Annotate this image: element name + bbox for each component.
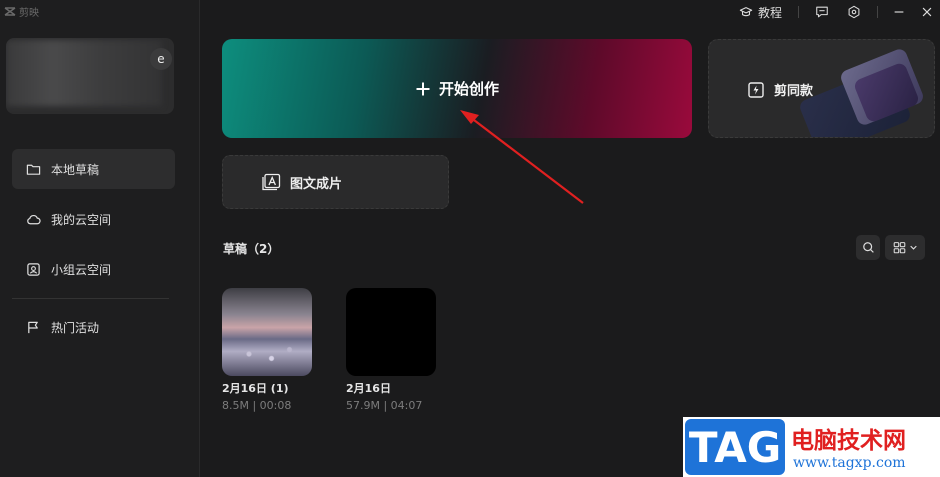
watermark: TAG 电脑技术网 www.tagxp.com [683,417,940,477]
feedback-button[interactable] [815,5,829,19]
close-button[interactable] [920,5,934,19]
team-cloud-icon [27,262,40,276]
watermark-site-name: 电脑技术网 [791,428,906,454]
text-to-video-button[interactable]: 图文成片 [222,155,449,209]
draft-item[interactable]: 2月16日 57.9M | 04:07 [346,288,436,412]
sidebar-item-team-cloud[interactable]: 小组云空间 [12,249,175,289]
template-label: 剪同款 [774,84,814,99]
watermark-logo: TAG [685,419,785,475]
minimize-icon [894,11,904,13]
text-image-icon [262,173,281,191]
draft-thumbnail[interactable] [346,288,436,376]
app-brand: 剪映 [4,4,39,19]
app-name: 剪映 [19,8,39,19]
tutorial-button[interactable]: 教程 [739,4,782,21]
settings-button[interactable] [847,5,861,19]
minimize-button[interactable] [892,5,906,19]
tutorial-label: 教程 [757,5,782,20]
close-icon [922,7,932,17]
profile-blurred-avatar [6,40,162,106]
draft-meta: 8.5M | 00:08 [222,399,292,412]
message-icon [816,6,828,18]
watermark-url: www.tagxp.com [793,455,906,471]
folder-icon [26,164,41,175]
search-button[interactable] [856,235,880,260]
start-creating-label: 开始创作 [438,80,499,98]
sidebar-item-local-drafts[interactable]: 本地草稿 [12,149,175,189]
graduation-cap-icon [739,7,753,17]
sidebar-item-label: 本地草稿 [51,162,100,177]
draft-meta: 57.9M | 04:07 [346,399,423,412]
template-label-group: 剪同款 [747,80,813,99]
sidebar-item-label: 我的云空间 [51,212,112,227]
sidebar-divider [12,298,169,299]
draft-name: 2月16日 [346,382,391,395]
plus-icon [416,82,430,95]
sidebar-item-label: 热门活动 [51,320,100,335]
profile-card[interactable]: e [6,38,174,114]
drafts-title: 草稿（2） [223,242,280,256]
topbar-divider [798,6,799,18]
profile-badge: e [150,48,172,70]
gear-icon [848,5,860,19]
sidebar-item-hot-events[interactable]: 热门活动 [12,307,175,347]
template-icon [748,81,764,98]
topbar-divider [877,6,878,18]
capcut-logo-icon [4,7,16,16]
cloud-icon [27,214,41,224]
template-card[interactable]: 剪同款 [708,39,935,138]
sidebar-item-label: 小组云空间 [51,262,112,277]
view-mode-button[interactable] [885,235,925,260]
chevron-down-icon [909,245,917,250]
sidebar-item-my-cloud[interactable]: 我的云空间 [12,199,175,239]
draft-thumbnail[interactable] [222,288,312,376]
top-bar: 教程 [739,0,940,24]
flag-icon [28,321,38,333]
sidebar: 剪映 e 本地草稿 我的云空间 小组云空间 热门活动 [0,0,200,477]
draft-item[interactable]: 2月16日 (1) 8.5M | 00:08 [222,288,312,412]
start-creating-button[interactable]: 开始创作 [222,39,692,138]
text-to-video-label: 图文成片 [290,176,343,192]
search-icon [862,242,874,253]
grid-view-icon [893,242,905,254]
draft-name: 2月16日 (1) [222,382,289,395]
